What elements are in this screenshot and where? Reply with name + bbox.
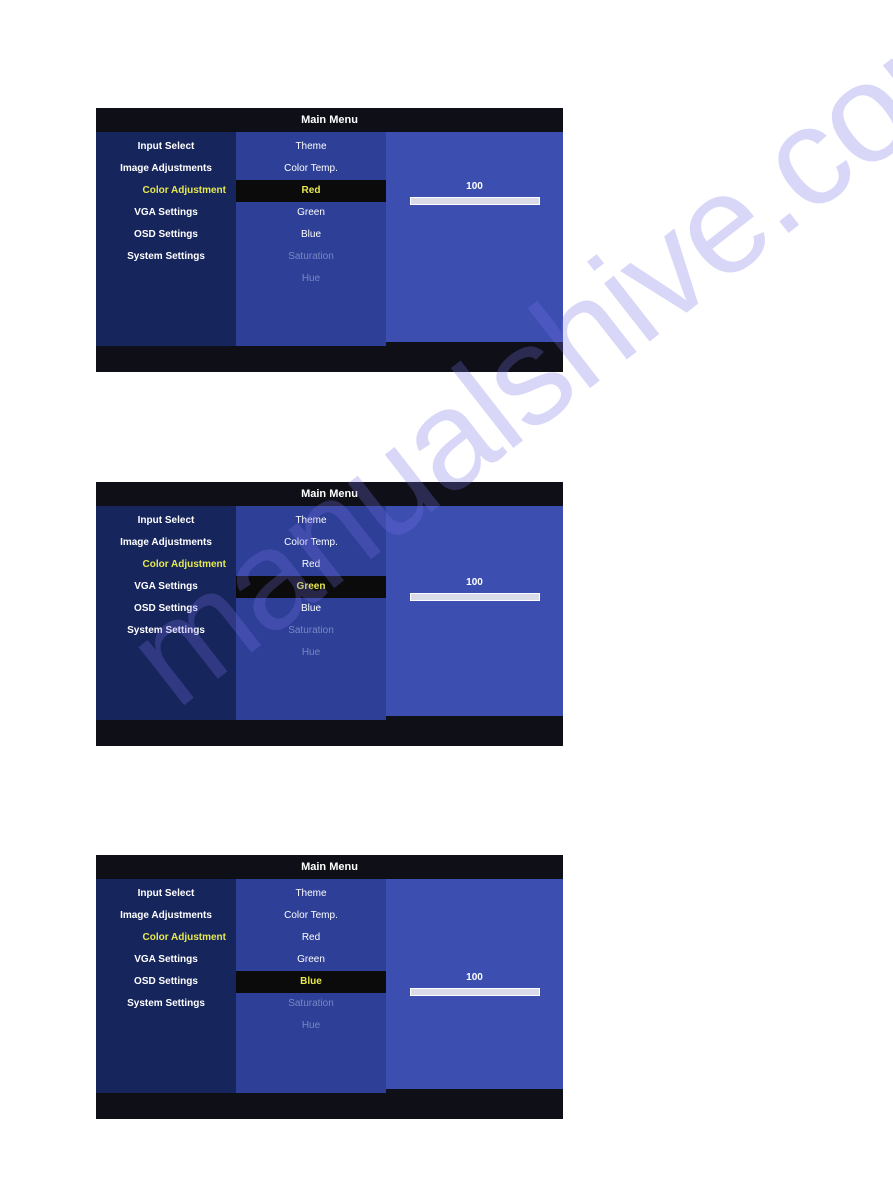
osd-title: Main Menu xyxy=(96,108,563,132)
osd-title: Main Menu xyxy=(96,482,563,506)
submenu-saturation: Saturation xyxy=(236,993,386,1015)
middle-submenu-column: Theme Color Temp. Red Green Blue Saturat… xyxy=(236,132,386,346)
submenu-green[interactable]: Green xyxy=(236,202,386,224)
left-menu-column: Input Select Image Adjustments Color Adj… xyxy=(96,132,236,346)
right-value-column: 100 xyxy=(386,506,563,716)
submenu-saturation: Saturation xyxy=(236,620,386,642)
submenu-color-temp[interactable]: Color Temp. xyxy=(236,905,386,927)
submenu-hue: Hue xyxy=(236,1015,386,1037)
menu-item-system-settings[interactable]: System Settings xyxy=(96,246,236,268)
submenu-green[interactable]: Green xyxy=(236,949,386,971)
menu-item-osd-settings[interactable]: OSD Settings xyxy=(96,224,236,246)
osd-footer xyxy=(96,1089,563,1119)
submenu-blue[interactable]: Blue xyxy=(236,224,386,246)
submenu-theme[interactable]: Theme xyxy=(236,510,386,532)
submenu-blue[interactable]: Blue xyxy=(236,598,386,620)
submenu-red[interactable]: Red xyxy=(236,927,386,949)
menu-item-image-adjustments[interactable]: Image Adjustments xyxy=(96,158,236,180)
menu-item-vga-settings[interactable]: VGA Settings xyxy=(96,576,236,598)
menu-item-color-adjustment[interactable]: Color Adjustment xyxy=(96,927,236,949)
submenu-hue: Hue xyxy=(236,268,386,290)
slider-fill xyxy=(411,198,539,204)
osd-footer xyxy=(96,342,563,372)
submenu-color-temp[interactable]: Color Temp. xyxy=(236,532,386,554)
value-slider[interactable] xyxy=(410,988,540,996)
menu-item-input-select[interactable]: Input Select xyxy=(96,510,236,532)
slider-fill xyxy=(411,594,539,600)
value-slider[interactable] xyxy=(410,593,540,601)
slider-fill xyxy=(411,989,539,995)
left-menu-column: Input Select Image Adjustments Color Adj… xyxy=(96,879,236,1093)
menu-item-color-adjustment[interactable]: Color Adjustment xyxy=(96,180,236,202)
osd-title: Main Menu xyxy=(96,855,563,879)
menu-item-osd-settings[interactable]: OSD Settings xyxy=(96,971,236,993)
submenu-red[interactable]: Red xyxy=(236,180,386,202)
menu-item-system-settings[interactable]: System Settings xyxy=(96,620,236,642)
osd-panel-blue: Main Menu Input Select Image Adjustments… xyxy=(96,855,563,1119)
submenu-theme[interactable]: Theme xyxy=(236,136,386,158)
submenu-green[interactable]: Green xyxy=(236,576,386,598)
submenu-color-temp[interactable]: Color Temp. xyxy=(236,158,386,180)
osd-footer xyxy=(96,716,563,746)
menu-item-color-adjustment[interactable]: Color Adjustment xyxy=(96,554,236,576)
menu-item-image-adjustments[interactable]: Image Adjustments xyxy=(96,905,236,927)
left-menu-column: Input Select Image Adjustments Color Adj… xyxy=(96,506,236,720)
submenu-theme[interactable]: Theme xyxy=(236,883,386,905)
right-value-column: 100 xyxy=(386,879,563,1089)
middle-submenu-column: Theme Color Temp. Red Green Blue Saturat… xyxy=(236,879,386,1093)
menu-item-vga-settings[interactable]: VGA Settings xyxy=(96,949,236,971)
value-slider[interactable] xyxy=(410,197,540,205)
osd-panel-red: Main Menu Input Select Image Adjustments… xyxy=(96,108,563,372)
osd-panel-green: Main Menu Input Select Image Adjustments… xyxy=(96,482,563,746)
menu-item-osd-settings[interactable]: OSD Settings xyxy=(96,598,236,620)
value-readout: 100 xyxy=(386,972,563,983)
menu-item-system-settings[interactable]: System Settings xyxy=(96,993,236,1015)
menu-item-input-select[interactable]: Input Select xyxy=(96,883,236,905)
submenu-blue[interactable]: Blue xyxy=(236,971,386,993)
menu-item-image-adjustments[interactable]: Image Adjustments xyxy=(96,532,236,554)
middle-submenu-column: Theme Color Temp. Red Green Blue Saturat… xyxy=(236,506,386,720)
value-readout: 100 xyxy=(386,181,563,192)
menu-item-vga-settings[interactable]: VGA Settings xyxy=(96,202,236,224)
menu-item-input-select[interactable]: Input Select xyxy=(96,136,236,158)
submenu-saturation: Saturation xyxy=(236,246,386,268)
value-readout: 100 xyxy=(386,577,563,588)
submenu-red[interactable]: Red xyxy=(236,554,386,576)
right-value-column: 100 xyxy=(386,132,563,342)
submenu-hue: Hue xyxy=(236,642,386,664)
